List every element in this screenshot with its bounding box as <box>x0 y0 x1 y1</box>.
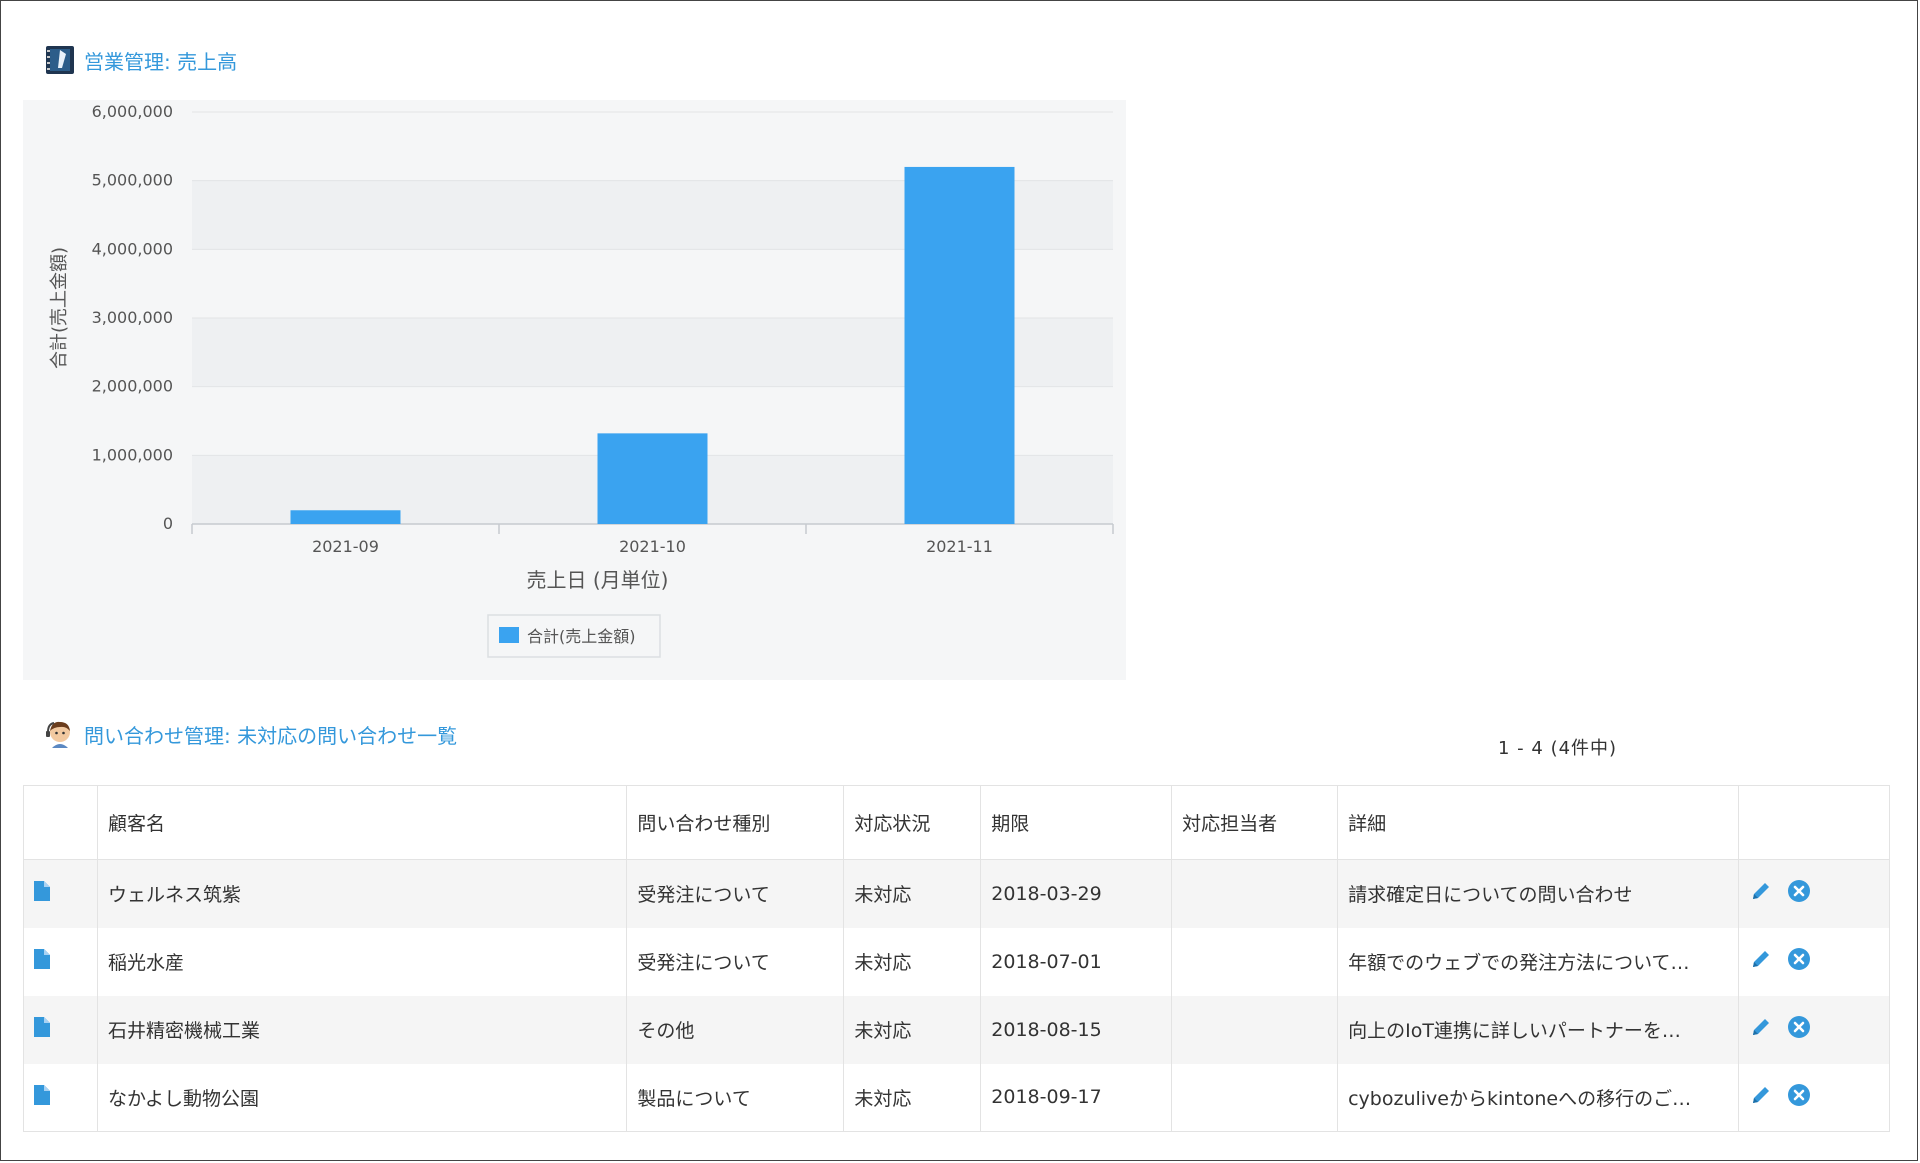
record-detail-icon[interactable] <box>34 881 50 902</box>
type-cell: 受発注について <box>626 927 845 996</box>
record-detail-icon[interactable] <box>34 949 50 969</box>
y-axis-title: 合計(売上金額) <box>49 247 70 369</box>
assignee-cell <box>1171 859 1339 928</box>
edit-icon[interactable] <box>1749 1083 1773 1112</box>
assignee-cell <box>1171 995 1339 1064</box>
row-detail-cell <box>23 927 98 996</box>
record-detail-icon[interactable] <box>34 1017 50 1037</box>
row-detail-cell <box>23 995 98 1064</box>
y-tick-label: 2,000,000 <box>92 377 173 396</box>
inquiry-section-title[interactable]: 問い合わせ管理: 未対応の問い合わせ一覧 <box>44 718 457 750</box>
table-row: ウェルネス筑紫 受発注について 未対応 2018-03-29 請求確定日についての問い合… <box>23 859 1890 928</box>
column-header-detail[interactable]: 詳細 <box>1337 785 1740 860</box>
status-cell: 未対応 <box>843 1063 982 1132</box>
detail-text: 向上のIoT連携に詳しいパートナーを… <box>1348 1020 1681 1042</box>
actions-cell <box>1738 995 1890 1064</box>
detail-text: 年額でのウェブでの発注方法について… <box>1348 952 1690 974</box>
customer-cell: 石井精密機械工業 <box>96 995 628 1064</box>
type-cell: 受発注について <box>626 859 845 928</box>
assignee-cell <box>1171 927 1339 996</box>
table-header-row: 顧客名 問い合わせ種別 対応状況 期限 対応担当者 詳細 <box>23 785 1890 860</box>
column-header-customer[interactable]: 顧客名 <box>96 785 628 860</box>
status-cell: 未対応 <box>843 859 982 928</box>
detail-text: cybozuliveからkintoneへの移行のご… <box>1348 1087 1692 1110</box>
sales-chart-svg: 0 1,000,000 2,000,000 3,000,000 4,000,000 5,0… <box>49 102 1114 658</box>
edit-icon[interactable] <box>1749 879 1773 908</box>
column-header-due[interactable]: 期限 <box>980 785 1173 860</box>
row-detail-cell <box>23 1063 98 1132</box>
due-cell: 2018-08-15 <box>980 995 1173 1064</box>
table-row: 稲光水産 受発注について 未対応 2018-07-01 年額でのウェブでの発注方法につい… <box>23 927 1890 996</box>
bar-2021-09 <box>290 510 401 524</box>
row-detail-cell <box>23 859 98 928</box>
status-cell: 未対応 <box>843 927 982 996</box>
record-detail-icon[interactable] <box>34 1084 50 1105</box>
delete-icon[interactable] <box>1787 1015 1811 1044</box>
customer-cell: ウェルネス筑紫 <box>96 859 628 928</box>
edit-icon[interactable] <box>1749 1015 1773 1044</box>
x-tick-label: 2021-09 <box>312 537 379 556</box>
sales-section-title[interactable]: 営業管理: 売上高 <box>44 44 237 76</box>
actions-cell <box>1738 927 1890 996</box>
legend-label: 合計(売上金額) <box>527 627 636 646</box>
sales-chart: 0 1,000,000 2,000,000 3,000,000 4,000,000 5,0… <box>23 100 1126 680</box>
column-header-actions <box>1738 785 1890 860</box>
pagination-info: 1 - 4 (4件中) <box>1498 738 1618 759</box>
column-header-type[interactable]: 問い合わせ種別 <box>626 785 845 860</box>
y-tick-label: 1,000,000 <box>92 445 173 464</box>
y-tick-label: 0 <box>163 514 173 533</box>
detail-text: 請求確定日についての問い合わせ <box>1348 884 1633 907</box>
table-row: なかよし動物公園 製品について 未対応 2018-09-17 cybozuliveからk… <box>23 1063 1890 1132</box>
type-cell: 製品について <box>626 1063 845 1132</box>
y-tick-label: 6,000,000 <box>92 102 173 121</box>
actions-cell <box>1738 1063 1890 1132</box>
status-cell: 未対応 <box>843 995 982 1064</box>
assignee-cell <box>1171 1063 1339 1132</box>
y-tick-label: 3,000,000 <box>92 308 173 327</box>
detail-cell: 請求確定日についての問い合わせ <box>1337 859 1740 928</box>
inquiry-section-title-text: 問い合わせ管理: 未対応の問い合わせ一覧 <box>84 723 458 748</box>
x-tick-label: 2021-10 <box>619 537 686 556</box>
y-tick-label: 5,000,000 <box>92 171 173 190</box>
due-cell: 2018-09-17 <box>980 1063 1173 1132</box>
due-cell: 2018-03-29 <box>980 859 1173 928</box>
edit-icon[interactable] <box>1749 947 1773 976</box>
column-header-assignee[interactable]: 対応担当者 <box>1171 785 1339 860</box>
column-header-status[interactable]: 対応状況 <box>843 785 982 860</box>
x-axis-title: 売上日 (月単位) <box>527 568 669 592</box>
legend-swatch <box>499 627 519 643</box>
delete-icon[interactable] <box>1787 947 1811 976</box>
table-row: 石井精密機械工業 その他 未対応 2018-08-15 向上のIoT連携に詳しいパートナ… <box>23 995 1890 1064</box>
inquiry-table: 顧客名 問い合わせ種別 対応状況 期限 対応担当者 詳細 ウェルネス筑紫 受発注に… <box>23 785 1890 1132</box>
type-cell: その他 <box>626 995 845 1064</box>
customer-cell: 稲光水産 <box>96 927 628 996</box>
x-tick-label: 2021-11 <box>926 537 993 556</box>
detail-cell: 向上のIoT連携に詳しいパートナーを… <box>1337 995 1740 1064</box>
detail-cell: cybozuliveからkintoneへの移行のご… <box>1337 1063 1740 1132</box>
customer-cell: なかよし動物公園 <box>96 1063 628 1132</box>
bar-2021-11 <box>904 166 1015 524</box>
sales-section-title-text: 営業管理: 売上高 <box>84 49 238 74</box>
notebook-app-icon <box>44 44 76 76</box>
due-cell: 2018-07-01 <box>980 927 1173 996</box>
detail-cell: 年額でのウェブでの発注方法について… <box>1337 927 1740 996</box>
y-tick-label: 4,000,000 <box>92 239 173 258</box>
actions-cell <box>1738 859 1890 928</box>
column-header-icon <box>23 785 98 860</box>
delete-icon[interactable] <box>1787 1083 1811 1112</box>
support-person-icon <box>44 718 76 750</box>
bar-2021-10 <box>597 433 708 524</box>
delete-icon[interactable] <box>1787 879 1811 908</box>
